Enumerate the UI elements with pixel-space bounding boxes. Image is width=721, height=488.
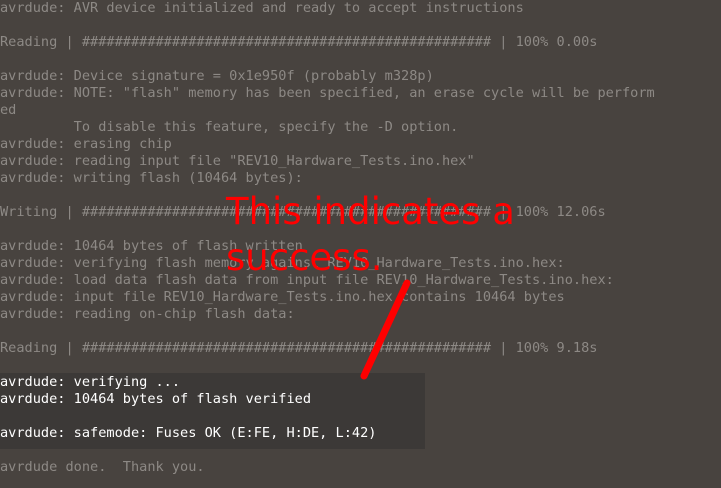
- terminal-line-19: avrdude: reading on-chip flash data:: [0, 306, 295, 322]
- terminal-line-9: avrdude: erasing chip: [0, 136, 172, 152]
- terminal-line-3: Reading | ##############################…: [0, 34, 598, 50]
- terminal-window[interactable]: avrdude: AVR device initialized and read…: [0, 0, 721, 488]
- terminal-line-5: avrdude: Device signature = 0x1e950f (pr…: [0, 68, 434, 84]
- terminal-line-26: avrdude: safemode: Fuses OK (E:FE, H:DE,…: [0, 425, 377, 441]
- terminal-line-7: ed: [0, 102, 17, 118]
- terminal-line-11: avrdude: writing flash (10464 bytes):: [0, 170, 303, 186]
- annotation-text-line-2: success.: [226, 236, 383, 279]
- annotation-text-line-1: This indicates a: [226, 190, 515, 233]
- terminal-line-10: avrdude: reading input file "REV10_Hardw…: [0, 153, 475, 169]
- terminal-line-8: To disable this feature, specify the -D …: [0, 119, 459, 135]
- terminal-line-21: Reading | ##############################…: [0, 340, 598, 356]
- terminal-line-24: avrdude: 10464 bytes of flash verified: [0, 391, 311, 407]
- terminal-line-28: avrdude done. Thank you.: [0, 459, 205, 475]
- terminal-line-18: avrdude: input file REV10_Hardware_Tests…: [0, 289, 565, 305]
- terminal-line-23: avrdude: verifying ...: [0, 374, 181, 390]
- terminal-line-1: avrdude: AVR device initialized and read…: [0, 0, 524, 16]
- terminal-line-6: avrdude: NOTE: "flash" memory has been s…: [0, 85, 655, 101]
